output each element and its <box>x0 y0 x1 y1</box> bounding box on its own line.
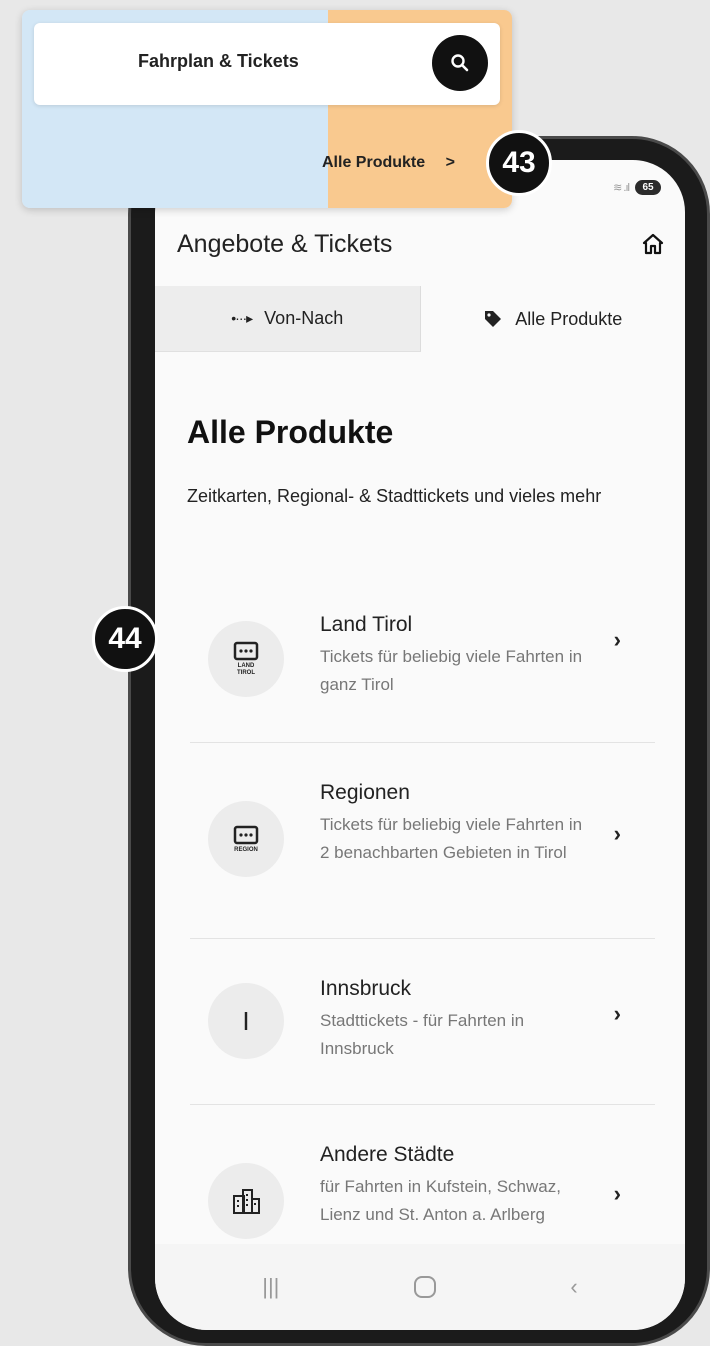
app-title: Angebote & Tickets <box>177 229 393 258</box>
alle-produkte-link[interactable]: Alle Produkte > <box>322 154 455 172</box>
page-title: Alle Produkte <box>187 414 394 450</box>
recent-apps-icon[interactable]: ||| <box>262 1274 279 1300</box>
callout-search-bar[interactable]: Fahrplan & Tickets <box>34 23 500 105</box>
ticket-glyph-icon <box>233 641 259 661</box>
product-item-innsbruck[interactable]: I Innsbruck Stadttickets - für Fahrten i… <box>190 939 655 1105</box>
tab-alle-produkte[interactable]: Alle Produkte <box>420 286 685 352</box>
tab-bar: •···▸ Von-Nach Alle Produkte <box>155 286 685 352</box>
callout-card: Fahrplan & Tickets Alle Produkte > <box>22 10 512 208</box>
chevron-right-icon: › <box>613 627 621 652</box>
search-label: Fahrplan & Tickets <box>138 51 299 71</box>
icon-caption: I <box>242 1005 250 1036</box>
status-bar: ≋ .ıl 65 <box>613 180 661 195</box>
route-dots-icon: •···▸ <box>231 310 253 326</box>
product-description: Stadttickets - für Fahrten in Innsbruck <box>320 1011 525 1058</box>
tab-label: Alle Produkte <box>515 308 623 329</box>
step-badge-43: 43 <box>486 130 552 196</box>
product-name: Land Tirol <box>320 613 413 636</box>
buildings-glyph-icon <box>233 1189 260 1214</box>
nav-home-icon[interactable] <box>413 1276 436 1298</box>
ticket-glyph-icon <box>233 825 259 844</box>
icon-caption: REGION <box>234 846 258 853</box>
tag-icon <box>485 311 502 327</box>
chevron-right-icon: › <box>613 1181 621 1206</box>
chevron-right-icon: › <box>613 1001 621 1026</box>
app-header: Angebote & Tickets <box>177 226 665 262</box>
system-nav-bar: ||| ‹ <box>155 1244 685 1330</box>
ticket-region-icon: REGION <box>208 801 284 877</box>
search-icon <box>451 54 469 72</box>
buildings-icon <box>208 1163 284 1239</box>
wifi-signal-icon: ≋ .ıl <box>613 182 630 194</box>
page-subtitle: Zeitkarten, Regional- & Stadttickets und… <box>187 486 602 506</box>
product-item-land-tirol[interactable]: LAND TIROL Land Tirol Tickets für belieb… <box>190 585 655 743</box>
link-label: Alle Produkte <box>322 154 426 171</box>
step-badge-44: 44 <box>92 606 158 672</box>
back-icon[interactable]: ‹ <box>570 1274 577 1300</box>
product-description: für Fahrten in Kufstein, Schwaz, Lienz u… <box>320 1177 561 1224</box>
tab-label: Von-Nach <box>264 308 344 328</box>
product-name: Regionen <box>320 781 410 804</box>
product-name: Andere Städte <box>320 1143 455 1166</box>
battery-icon: 65 <box>635 180 661 195</box>
innsbruck-icon: I <box>208 983 284 1059</box>
phone-screen: ≋ .ıl 65 Angebote & Tickets •···▸ Von-Na… <box>155 160 685 1330</box>
home-icon[interactable] <box>641 232 665 256</box>
tab-von-nach[interactable]: •···▸ Von-Nach <box>155 286 421 352</box>
product-description: Tickets für beliebig viele Fahrten in ga… <box>320 647 583 694</box>
search-button[interactable] <box>432 35 488 91</box>
icon-caption: LAND TIROL <box>237 663 255 676</box>
chevron-right-icon: › <box>613 821 621 846</box>
product-description: Tickets für beliebig viele Fahrten in 2 … <box>320 815 583 862</box>
product-item-regionen[interactable]: REGION Regionen Tickets für beliebig vie… <box>190 743 655 939</box>
ticket-land-icon: LAND TIROL <box>208 621 284 697</box>
product-list: LAND TIROL Land Tirol Tickets für belieb… <box>190 585 655 1275</box>
product-name: Innsbruck <box>320 977 412 1000</box>
chevron-right-icon: > <box>445 154 455 171</box>
